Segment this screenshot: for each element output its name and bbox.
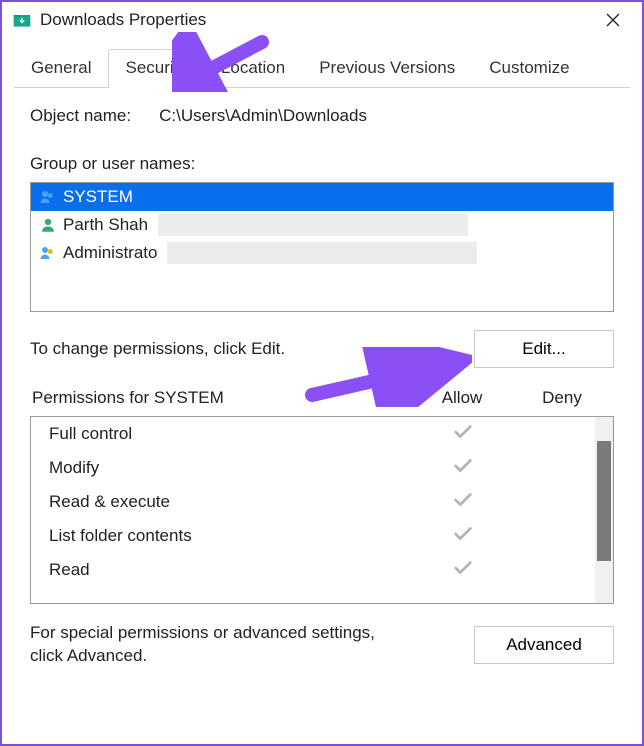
check-icon bbox=[413, 523, 513, 550]
permission-row: Read & execute bbox=[31, 485, 613, 519]
object-name-value: C:\Users\Admin\Downloads bbox=[159, 106, 367, 126]
permissions-col-deny: Deny bbox=[512, 388, 612, 408]
close-button[interactable] bbox=[590, 2, 636, 38]
edit-button[interactable]: Edit... bbox=[474, 330, 614, 368]
permission-name: List folder contents bbox=[49, 526, 413, 546]
user-row-label: SYSTEM bbox=[63, 187, 133, 207]
check-icon bbox=[413, 455, 513, 482]
scrollbar-thumb[interactable] bbox=[597, 441, 611, 561]
permission-name: Read bbox=[49, 560, 413, 580]
tab-previous-versions[interactable]: Previous Versions bbox=[302, 49, 472, 88]
redacted-block bbox=[167, 242, 477, 264]
user-row-system[interactable]: SYSTEM bbox=[31, 183, 613, 211]
group-users-label: Group or user names: bbox=[30, 154, 614, 174]
advanced-hint-text: For special permissions or advanced sett… bbox=[30, 622, 410, 668]
object-name-row: Object name: C:\Users\Admin\Downloads bbox=[30, 106, 614, 126]
object-name-label: Object name: bbox=[30, 106, 131, 126]
group-icon bbox=[39, 244, 57, 262]
user-row-label: Administrato bbox=[63, 243, 157, 263]
permission-row: List folder contents bbox=[31, 519, 613, 553]
tab-strip: General Security Location Previous Versi… bbox=[14, 46, 630, 88]
user-row-administrators[interactable]: Administrato bbox=[31, 239, 613, 267]
permissions-listbox[interactable]: Full control Modify Read & execute List … bbox=[30, 416, 614, 604]
tab-location[interactable]: Location bbox=[204, 49, 302, 88]
user-icon bbox=[39, 216, 57, 234]
redacted-block bbox=[158, 214, 468, 236]
permissions-col-allow: Allow bbox=[412, 388, 512, 408]
tab-content-security: Object name: C:\Users\Admin\Downloads Gr… bbox=[2, 88, 642, 668]
permission-name: Modify bbox=[49, 458, 413, 478]
check-icon bbox=[413, 489, 513, 516]
check-icon bbox=[413, 421, 513, 448]
advanced-button[interactable]: Advanced bbox=[474, 626, 614, 664]
permission-row: Modify bbox=[31, 451, 613, 485]
edit-hint-text: To change permissions, click Edit. bbox=[30, 339, 285, 359]
permission-name: Full control bbox=[49, 424, 413, 444]
group-icon bbox=[39, 188, 57, 206]
permission-row: Full control bbox=[31, 417, 613, 451]
title-bar: Downloads Properties bbox=[2, 2, 642, 38]
window-title: Downloads Properties bbox=[40, 10, 206, 30]
folder-download-icon bbox=[12, 10, 32, 30]
check-icon bbox=[413, 557, 513, 584]
tab-security[interactable]: Security bbox=[108, 49, 203, 88]
tab-customize[interactable]: Customize bbox=[472, 49, 586, 88]
permission-name: Read & execute bbox=[49, 492, 413, 512]
permission-row: Read bbox=[31, 553, 613, 587]
tab-general[interactable]: General bbox=[14, 49, 108, 88]
user-row-parth[interactable]: Parth Shah bbox=[31, 211, 613, 239]
group-users-listbox[interactable]: SYSTEM Parth Shah Administrato bbox=[30, 182, 614, 312]
scrollbar[interactable] bbox=[595, 417, 613, 603]
permissions-header: Permissions for SYSTEM Allow Deny bbox=[30, 388, 614, 416]
permissions-for-label: Permissions for SYSTEM bbox=[32, 388, 412, 408]
user-row-label: Parth Shah bbox=[63, 215, 148, 235]
